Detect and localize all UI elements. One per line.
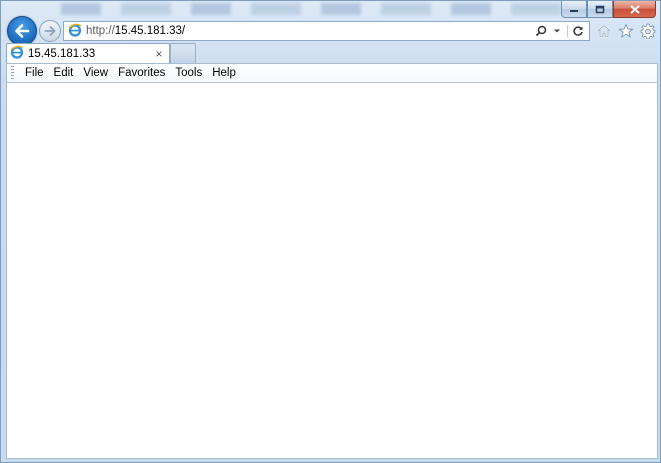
- back-button[interactable]: [7, 16, 37, 46]
- address-bar-tools: [534, 24, 589, 38]
- menu-bar: File Edit View Favorites Tools Help: [6, 63, 658, 83]
- menu-bar-grip[interactable]: [11, 66, 14, 80]
- refresh-icon: [573, 26, 583, 36]
- browser-window: http://15.45.181.33/ 15.45.181.33 × File…: [0, 0, 661, 463]
- tab-close-button[interactable]: ×: [153, 47, 165, 61]
- restore-button[interactable]: [587, 1, 613, 18]
- menu-favorites[interactable]: Favorites: [113, 64, 170, 82]
- gear-icon: [640, 23, 656, 39]
- favorites-button[interactable]: [618, 23, 634, 39]
- window-title-background: [61, 3, 561, 15]
- address-dropdown-button[interactable]: [550, 24, 564, 38]
- minimize-button[interactable]: [561, 1, 587, 18]
- address-separator: [567, 25, 568, 37]
- page-content-area[interactable]: [6, 83, 658, 459]
- home-button[interactable]: [596, 23, 612, 39]
- menu-file[interactable]: File: [20, 64, 49, 82]
- restore-icon: [595, 5, 605, 13]
- url-text[interactable]: http://15.45.181.33/: [86, 25, 534, 37]
- menu-edit[interactable]: Edit: [49, 64, 79, 82]
- ie-page-icon: [68, 23, 82, 40]
- tools-button[interactable]: [640, 23, 656, 39]
- forward-arrow-icon: [44, 26, 56, 36]
- new-tab-button[interactable]: [170, 43, 196, 63]
- refresh-button[interactable]: [571, 24, 585, 38]
- tab-active[interactable]: 15.45.181.33 ×: [6, 43, 170, 63]
- url-scheme: http://: [86, 25, 115, 37]
- window-caption-buttons: [561, 1, 656, 18]
- minimize-icon: [570, 10, 578, 12]
- close-window-button[interactable]: [613, 1, 656, 18]
- menu-tools[interactable]: Tools: [170, 64, 207, 82]
- ie-tab-icon: [10, 45, 24, 62]
- forward-button[interactable]: [39, 20, 61, 42]
- browser-toolbar-icons: [596, 21, 656, 41]
- address-bar[interactable]: http://15.45.181.33/: [63, 21, 590, 41]
- chevron-down-icon: [554, 29, 560, 33]
- menu-view[interactable]: View: [78, 64, 113, 82]
- search-icon: [535, 25, 547, 37]
- menu-help[interactable]: Help: [207, 64, 241, 82]
- close-icon: [629, 4, 640, 14]
- search-button[interactable]: [534, 24, 548, 38]
- tab-title: 15.45.181.33: [28, 47, 96, 60]
- back-arrow-icon: [15, 24, 30, 38]
- star-icon: [618, 23, 634, 38]
- home-icon: [597, 24, 611, 38]
- url-host: 15.45.181.33/: [114, 25, 186, 37]
